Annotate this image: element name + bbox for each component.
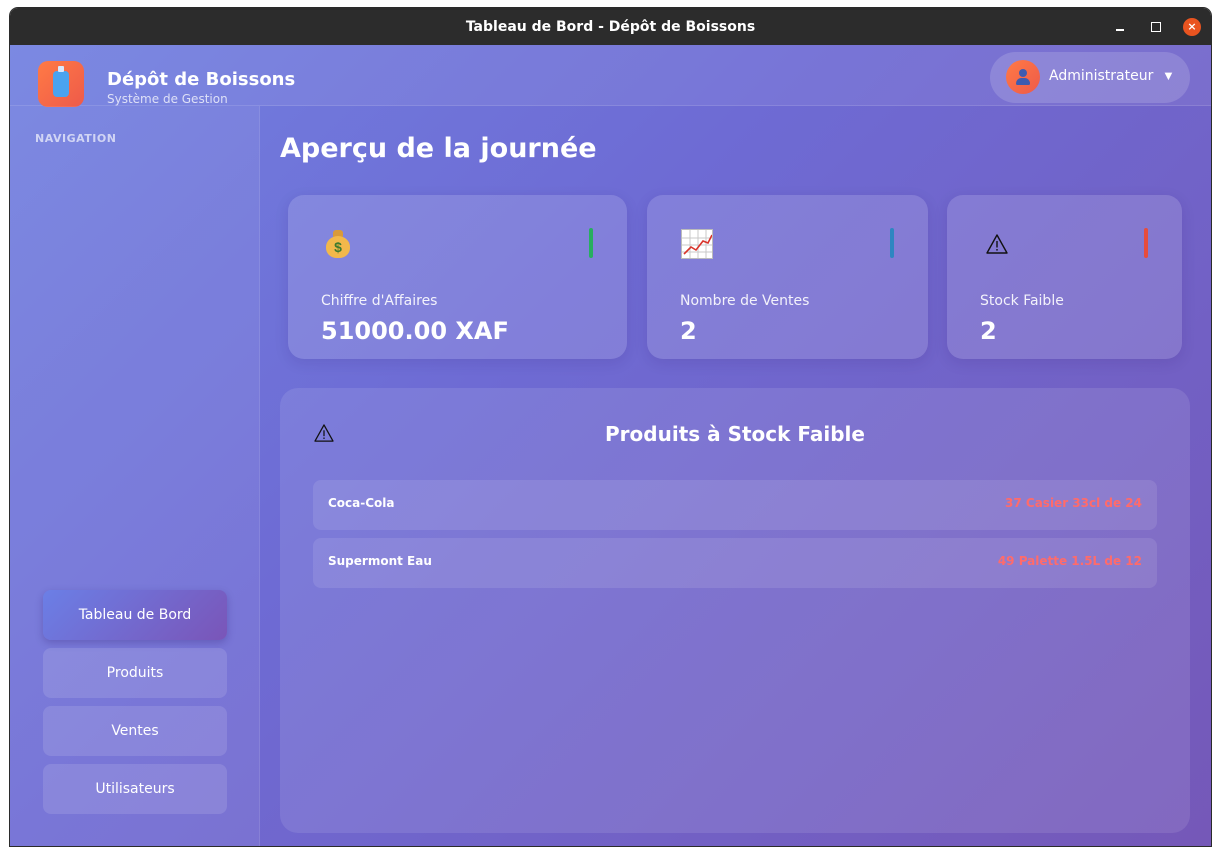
product-name: Coca-Cola [328,496,395,510]
maximize-icon[interactable] [1147,18,1165,36]
accent-bar [589,228,593,258]
sidebar-item-produits[interactable]: Produits [43,648,227,698]
chevron-down-icon: ▼ [1162,68,1175,83]
list-item[interactable]: Supermont Eau 49 Palette 1.5L de 12 [313,538,1157,588]
panel-title: Produits à Stock Faible [605,422,865,446]
product-name: Supermont Eau [328,554,432,568]
stock-quantity: 37 Casier 33cl de 24 [1005,496,1142,510]
app-window: Tableau de Bord - Dépôt de Boissons × Dé… [10,8,1211,846]
window-title: Tableau de Bord - Dépôt de Boissons [465,18,756,35]
stat-card-low-stock: Stock Faible 2 [947,195,1182,359]
sidebar-item-tableau-de-bord[interactable]: Tableau de Bord [43,590,227,640]
close-icon[interactable]: × [1183,17,1201,36]
window-controls: × [1111,8,1201,45]
money-bag-icon: $ [321,227,355,261]
user-name: Administrateur [1049,68,1154,84]
brand-title: Dépôt de Boissons [107,69,296,90]
page-title: Aperçu de la journée [280,133,597,164]
minimize-icon[interactable] [1111,18,1129,36]
bottle-icon [38,61,84,107]
chart-increasing-icon [680,227,714,261]
low-stock-panel: Produits à Stock Faible Coca-Cola 37 Cas… [280,388,1190,833]
stat-label: Nombre de Ventes [680,293,810,309]
stat-label: Stock Faible [980,293,1064,309]
brand-subtitle: Système de Gestion [107,92,228,106]
stat-value: 2 [980,317,997,345]
nav-heading: NAVIGATION [35,132,117,145]
window-titlebar[interactable]: Tableau de Bord - Dépôt de Boissons × [10,8,1211,45]
stat-value: 2 [680,317,697,345]
list-item[interactable]: Coca-Cola 37 Casier 33cl de 24 [313,480,1157,530]
warning-icon [980,227,1014,261]
stock-quantity: 49 Palette 1.5L de 12 [997,554,1142,568]
stat-card-sales-count: Nombre de Ventes 2 [647,195,928,359]
app-content: Dépôt de Boissons Système de Gestion Adm… [10,45,1211,846]
sidebar-item-ventes[interactable]: Ventes [43,706,227,756]
accent-bar [890,228,894,258]
accent-bar [1144,228,1148,258]
sidebar-item-utilisateurs[interactable]: Utilisateurs [43,764,227,814]
app-header: Dépôt de Boissons Système de Gestion Adm… [10,45,1211,107]
user-menu-button[interactable]: Administrateur ▼ [990,52,1190,103]
stat-value: 51000.00 XAF [321,317,509,345]
user-avatar-icon [1006,60,1040,94]
stat-label: Chiffre d'Affaires [321,293,438,309]
stat-card-revenue: $ Chiffre d'Affaires 51000.00 XAF [288,195,627,359]
sidebar: NAVIGATION Tableau de Bord Produits Vent… [10,106,260,846]
